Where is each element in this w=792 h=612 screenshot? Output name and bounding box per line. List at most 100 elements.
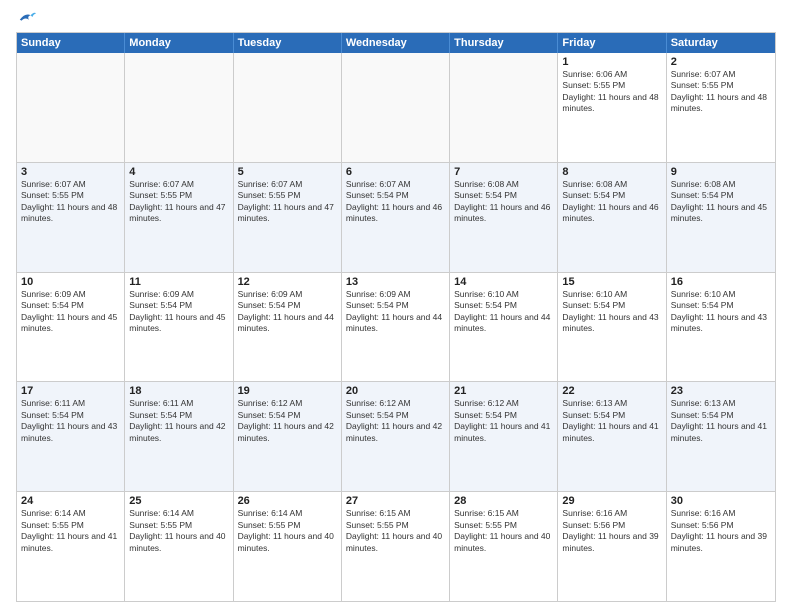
header-day-friday: Friday: [558, 33, 666, 53]
logo-bird-icon: [18, 10, 36, 24]
calendar-cell-day-30: 30Sunrise: 6:16 AM Sunset: 5:56 PM Dayli…: [667, 492, 775, 601]
cell-text: Sunrise: 6:09 AM Sunset: 5:54 PM Dayligh…: [346, 289, 445, 335]
header-day-sunday: Sunday: [17, 33, 125, 53]
calendar-cell-day-8: 8Sunrise: 6:08 AM Sunset: 5:54 PM Daylig…: [558, 163, 666, 272]
calendar-cell-day-10: 10Sunrise: 6:09 AM Sunset: 5:54 PM Dayli…: [17, 273, 125, 382]
calendar-cell-day-13: 13Sunrise: 6:09 AM Sunset: 5:54 PM Dayli…: [342, 273, 450, 382]
cell-text: Sunrise: 6:15 AM Sunset: 5:55 PM Dayligh…: [346, 508, 445, 554]
day-number: 22: [562, 385, 661, 397]
day-number: 23: [671, 385, 771, 397]
cell-text: Sunrise: 6:09 AM Sunset: 5:54 PM Dayligh…: [238, 289, 337, 335]
calendar-cell-day-12: 12Sunrise: 6:09 AM Sunset: 5:54 PM Dayli…: [234, 273, 342, 382]
day-number: 17: [21, 385, 120, 397]
cell-text: Sunrise: 6:08 AM Sunset: 5:54 PM Dayligh…: [562, 179, 661, 225]
day-number: 10: [21, 276, 120, 288]
cell-text: Sunrise: 6:06 AM Sunset: 5:55 PM Dayligh…: [562, 69, 661, 115]
day-number: 24: [21, 495, 120, 507]
cell-text: Sunrise: 6:12 AM Sunset: 5:54 PM Dayligh…: [454, 398, 553, 444]
cell-text: Sunrise: 6:11 AM Sunset: 5:54 PM Dayligh…: [129, 398, 228, 444]
header-day-saturday: Saturday: [667, 33, 775, 53]
calendar-cell-day-15: 15Sunrise: 6:10 AM Sunset: 5:54 PM Dayli…: [558, 273, 666, 382]
cell-text: Sunrise: 6:07 AM Sunset: 5:54 PM Dayligh…: [346, 179, 445, 225]
calendar-cell-day-29: 29Sunrise: 6:16 AM Sunset: 5:56 PM Dayli…: [558, 492, 666, 601]
day-number: 30: [671, 495, 771, 507]
cell-text: Sunrise: 6:09 AM Sunset: 5:54 PM Dayligh…: [129, 289, 228, 335]
cell-text: Sunrise: 6:08 AM Sunset: 5:54 PM Dayligh…: [671, 179, 771, 225]
day-number: 16: [671, 276, 771, 288]
day-number: 20: [346, 385, 445, 397]
cell-text: Sunrise: 6:10 AM Sunset: 5:54 PM Dayligh…: [671, 289, 771, 335]
day-number: 11: [129, 276, 228, 288]
cell-text: Sunrise: 6:12 AM Sunset: 5:54 PM Dayligh…: [346, 398, 445, 444]
cell-text: Sunrise: 6:14 AM Sunset: 5:55 PM Dayligh…: [129, 508, 228, 554]
calendar-cell-day-26: 26Sunrise: 6:14 AM Sunset: 5:55 PM Dayli…: [234, 492, 342, 601]
calendar-cell-day-3: 3Sunrise: 6:07 AM Sunset: 5:55 PM Daylig…: [17, 163, 125, 272]
cell-text: Sunrise: 6:13 AM Sunset: 5:54 PM Dayligh…: [671, 398, 771, 444]
cell-text: Sunrise: 6:13 AM Sunset: 5:54 PM Dayligh…: [562, 398, 661, 444]
day-number: 1: [562, 56, 661, 68]
calendar-cell-empty: [342, 53, 450, 162]
calendar-row-1: 1Sunrise: 6:06 AM Sunset: 5:55 PM Daylig…: [17, 53, 775, 163]
day-number: 26: [238, 495, 337, 507]
calendar-cell-day-24: 24Sunrise: 6:14 AM Sunset: 5:55 PM Dayli…: [17, 492, 125, 601]
calendar-cell-day-20: 20Sunrise: 6:12 AM Sunset: 5:54 PM Dayli…: [342, 382, 450, 491]
logo: [16, 12, 36, 26]
calendar-cell-day-21: 21Sunrise: 6:12 AM Sunset: 5:54 PM Dayli…: [450, 382, 558, 491]
header: [16, 12, 776, 26]
header-day-thursday: Thursday: [450, 33, 558, 53]
cell-text: Sunrise: 6:07 AM Sunset: 5:55 PM Dayligh…: [671, 69, 771, 115]
day-number: 4: [129, 166, 228, 178]
header-day-monday: Monday: [125, 33, 233, 53]
cell-text: Sunrise: 6:07 AM Sunset: 5:55 PM Dayligh…: [238, 179, 337, 225]
cell-text: Sunrise: 6:14 AM Sunset: 5:55 PM Dayligh…: [21, 508, 120, 554]
calendar-cell-empty: [234, 53, 342, 162]
cell-text: Sunrise: 6:14 AM Sunset: 5:55 PM Dayligh…: [238, 508, 337, 554]
day-number: 9: [671, 166, 771, 178]
calendar-cell-day-16: 16Sunrise: 6:10 AM Sunset: 5:54 PM Dayli…: [667, 273, 775, 382]
day-number: 6: [346, 166, 445, 178]
calendar-cell-empty: [125, 53, 233, 162]
calendar-cell-day-7: 7Sunrise: 6:08 AM Sunset: 5:54 PM Daylig…: [450, 163, 558, 272]
calendar-cell-day-28: 28Sunrise: 6:15 AM Sunset: 5:55 PM Dayli…: [450, 492, 558, 601]
cell-text: Sunrise: 6:09 AM Sunset: 5:54 PM Dayligh…: [21, 289, 120, 335]
day-number: 7: [454, 166, 553, 178]
calendar-cell-day-23: 23Sunrise: 6:13 AM Sunset: 5:54 PM Dayli…: [667, 382, 775, 491]
cell-text: Sunrise: 6:08 AM Sunset: 5:54 PM Dayligh…: [454, 179, 553, 225]
calendar-cell-day-1: 1Sunrise: 6:06 AM Sunset: 5:55 PM Daylig…: [558, 53, 666, 162]
calendar-row-2: 3Sunrise: 6:07 AM Sunset: 5:55 PM Daylig…: [17, 163, 775, 273]
calendar-cell-day-14: 14Sunrise: 6:10 AM Sunset: 5:54 PM Dayli…: [450, 273, 558, 382]
day-number: 28: [454, 495, 553, 507]
calendar-cell-day-5: 5Sunrise: 6:07 AM Sunset: 5:55 PM Daylig…: [234, 163, 342, 272]
day-number: 14: [454, 276, 553, 288]
day-number: 13: [346, 276, 445, 288]
calendar: SundayMondayTuesdayWednesdayThursdayFrid…: [16, 32, 776, 602]
calendar-cell-day-27: 27Sunrise: 6:15 AM Sunset: 5:55 PM Dayli…: [342, 492, 450, 601]
calendar-cell-empty: [450, 53, 558, 162]
day-number: 5: [238, 166, 337, 178]
cell-text: Sunrise: 6:10 AM Sunset: 5:54 PM Dayligh…: [562, 289, 661, 335]
calendar-row-5: 24Sunrise: 6:14 AM Sunset: 5:55 PM Dayli…: [17, 492, 775, 601]
cell-text: Sunrise: 6:12 AM Sunset: 5:54 PM Dayligh…: [238, 398, 337, 444]
calendar-row-3: 10Sunrise: 6:09 AM Sunset: 5:54 PM Dayli…: [17, 273, 775, 383]
day-number: 21: [454, 385, 553, 397]
day-number: 15: [562, 276, 661, 288]
header-day-tuesday: Tuesday: [234, 33, 342, 53]
calendar-cell-day-18: 18Sunrise: 6:11 AM Sunset: 5:54 PM Dayli…: [125, 382, 233, 491]
cell-text: Sunrise: 6:16 AM Sunset: 5:56 PM Dayligh…: [562, 508, 661, 554]
day-number: 8: [562, 166, 661, 178]
calendar-cell-day-17: 17Sunrise: 6:11 AM Sunset: 5:54 PM Dayli…: [17, 382, 125, 491]
day-number: 18: [129, 385, 228, 397]
day-number: 12: [238, 276, 337, 288]
calendar-cell-day-11: 11Sunrise: 6:09 AM Sunset: 5:54 PM Dayli…: [125, 273, 233, 382]
day-number: 29: [562, 495, 661, 507]
calendar-cell-day-6: 6Sunrise: 6:07 AM Sunset: 5:54 PM Daylig…: [342, 163, 450, 272]
calendar-cell-day-2: 2Sunrise: 6:07 AM Sunset: 5:55 PM Daylig…: [667, 53, 775, 162]
day-number: 25: [129, 495, 228, 507]
calendar-cell-day-19: 19Sunrise: 6:12 AM Sunset: 5:54 PM Dayli…: [234, 382, 342, 491]
cell-text: Sunrise: 6:16 AM Sunset: 5:56 PM Dayligh…: [671, 508, 771, 554]
calendar-cell-day-9: 9Sunrise: 6:08 AM Sunset: 5:54 PM Daylig…: [667, 163, 775, 272]
calendar-header: SundayMondayTuesdayWednesdayThursdayFrid…: [17, 33, 775, 53]
calendar-body: 1Sunrise: 6:06 AM Sunset: 5:55 PM Daylig…: [17, 53, 775, 601]
calendar-cell-day-22: 22Sunrise: 6:13 AM Sunset: 5:54 PM Dayli…: [558, 382, 666, 491]
cell-text: Sunrise: 6:07 AM Sunset: 5:55 PM Dayligh…: [129, 179, 228, 225]
